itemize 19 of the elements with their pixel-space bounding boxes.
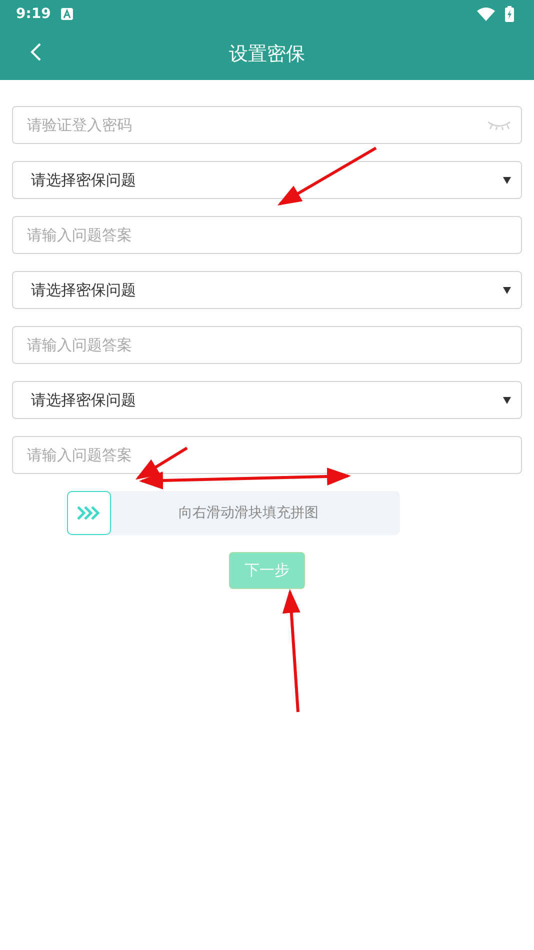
battery-icon <box>505 6 514 22</box>
slider-handle[interactable] <box>67 491 111 535</box>
wifi-icon <box>477 7 495 21</box>
caret-icon <box>503 176 511 184</box>
caret-icon <box>503 396 511 404</box>
password-field[interactable]: 请验证登入密码 <box>12 106 522 144</box>
notification-icon <box>60 8 73 20</box>
closed-eye-icon[interactable] <box>486 120 512 130</box>
question-select[interactable]: 请选择密保问题 <box>12 271 522 309</box>
answer-field[interactable]: 请输入问题答案 <box>12 216 522 254</box>
page-title: 设置密保 <box>229 42 305 67</box>
answer-field[interactable]: 请输入问题答案 <box>12 326 522 364</box>
answer-field[interactable]: 请输入问题答案 <box>12 436 522 474</box>
back-button[interactable] <box>30 42 42 62</box>
status-time: 9:19 <box>16 6 51 22</box>
question-select[interactable]: 请选择密保问题 <box>12 381 522 419</box>
caret-icon <box>503 286 511 294</box>
question-select[interactable]: 请选择密保问题 <box>12 161 522 199</box>
slider-label: 向右滑动滑块填充拼图 <box>178 504 318 522</box>
